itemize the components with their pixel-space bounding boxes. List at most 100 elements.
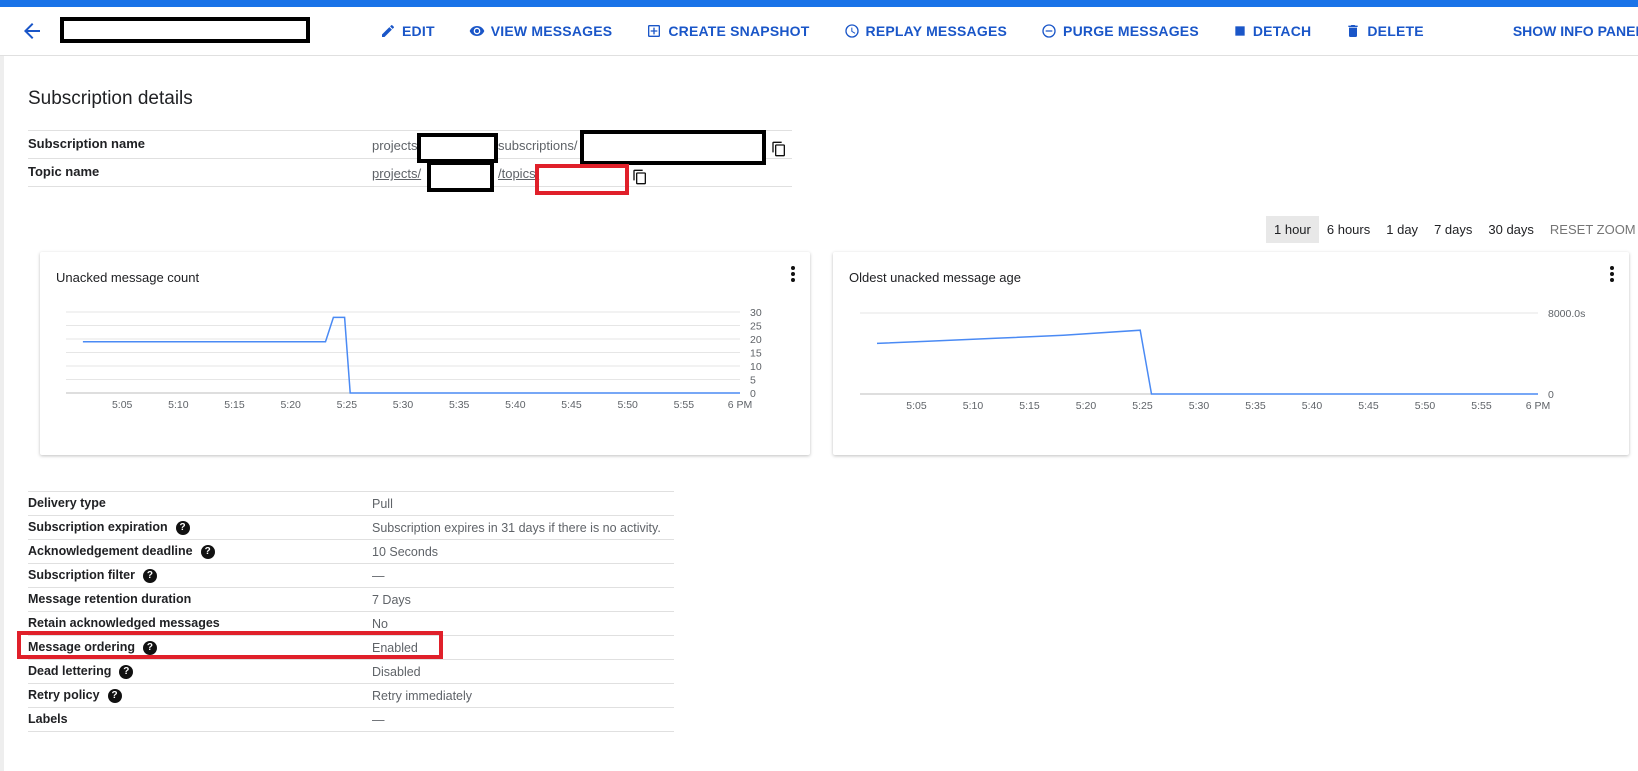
purge-messages-label: PURGE MESSAGES <box>1063 23 1199 39</box>
detail-value: No <box>372 617 388 631</box>
unacked-count-card: Unacked message count 30 25 20 15 10 5 0 5:05 5:… <box>40 252 810 455</box>
delete-button[interactable]: DELETE <box>1345 23 1424 39</box>
trash-icon <box>1348 25 1359 37</box>
delete-label: DELETE <box>1367 23 1424 39</box>
highlighted-topic-id <box>535 164 629 195</box>
edit-button[interactable]: EDIT <box>380 23 435 39</box>
view-messages-button[interactable]: VIEW MESSAGES <box>469 23 613 39</box>
details-row: Dead lettering? Disabled <box>28 660 674 684</box>
detail-value: — <box>372 569 385 583</box>
detail-value: Subscription expires in 31 days if there… <box>372 521 661 535</box>
view-messages-label: VIEW MESSAGES <box>490 23 613 39</box>
detail-label-text: Message retention duration <box>28 592 192 606</box>
snapshot-icon <box>648 25 661 37</box>
detach-label: DETACH <box>1252 23 1312 39</box>
x-tick-label: 5:35 <box>1245 400 1266 412</box>
replay-messages-button[interactable]: REPLAY MESSAGES <box>844 23 1008 39</box>
copy-topic-icon[interactable] <box>632 169 648 185</box>
x-tick-label: 5:30 <box>1189 400 1210 412</box>
unacked-count-chart: 3025201510505:05 5:10 5:15 5:20 5:25 5:30 5:35… <box>66 307 762 411</box>
detail-label-text: Subscription filter <box>28 568 135 582</box>
x-tick-label: 5:50 <box>1415 400 1436 412</box>
x-tick-label: 5:40 <box>1302 400 1323 412</box>
topic-mid-link[interactable]: /topics/ <box>498 166 539 181</box>
time-range-option[interactable]: 1 hour <box>1266 216 1319 243</box>
minus-circle-icon <box>1042 24 1056 38</box>
y-tick-label: 8000.0s <box>1548 308 1585 320</box>
y-tick-label: 20 <box>750 334 762 346</box>
left-edge <box>0 56 4 771</box>
details-row: Labels — <box>28 708 674 732</box>
clock-icon <box>844 24 859 38</box>
x-tick-label: 5:10 <box>168 399 189 411</box>
x-tick-label: 5:45 <box>1358 400 1379 412</box>
show-info-panel-button[interactable]: SHOW INFO PANEL <box>1513 7 1638 55</box>
stop-square-icon <box>1235 26 1245 36</box>
detach-button[interactable]: DETACH <box>1233 23 1312 39</box>
detail-label: Retain acknowledged messages <box>28 616 220 630</box>
x-tick-label: 5:55 <box>674 399 695 411</box>
x-tick-label: 5:55 <box>1471 400 1492 412</box>
redacted-subscription-title <box>60 17 310 43</box>
back-arrow-icon[interactable] <box>20 19 44 43</box>
details-row: Message retention duration 7 Days <box>28 588 674 612</box>
detail-label: Delivery type <box>28 496 106 510</box>
time-range-option[interactable]: 30 days <box>1480 216 1542 243</box>
help-icon[interactable]: ? <box>119 664 134 679</box>
x-tick-label: 5:25 <box>1132 400 1153 412</box>
detail-value: Disabled <box>372 665 421 679</box>
x-tick-label: 5:45 <box>561 399 582 411</box>
help-icon[interactable]: ? <box>175 520 190 535</box>
y-tick-label: 5 <box>750 375 756 387</box>
x-tick-label: 6 PM <box>1526 400 1551 412</box>
detail-label-text: Labels <box>28 712 68 726</box>
time-range-option[interactable]: 6 hours <box>1319 216 1378 243</box>
detail-label: Subscription filter? <box>28 568 157 583</box>
x-tick-label: 5:05 <box>112 399 133 411</box>
reset-zoom-button[interactable]: RESET ZOOM <box>1542 216 1638 243</box>
time-range-option[interactable]: 7 days <box>1426 216 1480 243</box>
subscription-prefix: projects <box>372 138 418 153</box>
details-row: Subscription expiration? Subscription exp… <box>28 516 674 540</box>
detail-value: — <box>372 713 385 727</box>
x-tick-label: 5:20 <box>1076 400 1097 412</box>
x-tick-label: 5:35 <box>449 399 470 411</box>
detail-label-text: Retry policy <box>28 688 100 702</box>
top-accent-bar <box>0 0 1638 7</box>
detail-label-text: Delivery type <box>28 496 106 510</box>
header-toolbar: EDIT VIEW MESSAGES CREATE SNAPSHOT REPLA… <box>0 7 1638 56</box>
detail-label: Message retention duration <box>28 592 191 606</box>
detail-value: 10 Seconds <box>372 545 439 559</box>
page-title: Subscription details <box>28 88 193 109</box>
detail-label: Subscription expiration? <box>28 520 190 535</box>
y-tick-label: 25 <box>750 321 762 333</box>
highlighted-message-ordering <box>17 631 443 659</box>
subscription-name-label: Subscription name <box>28 136 146 151</box>
create-snapshot-button[interactable]: CREATE SNAPSHOT <box>646 23 809 39</box>
details-row: Subscription filter? — <box>28 564 674 588</box>
eye-icon <box>469 26 485 36</box>
topic-prefix-link[interactable]: projects/ <box>372 166 421 181</box>
topic-name-label: Topic name <box>28 164 100 179</box>
redacted-project-id <box>417 133 498 163</box>
purge-messages-button[interactable]: PURGE MESSAGES <box>1041 23 1199 39</box>
x-tick-label: 5:20 <box>280 399 301 411</box>
detail-label-text: Retain acknowledged messages <box>28 616 220 630</box>
series-line <box>82 316 740 394</box>
subscription-mid: subscriptions/ <box>498 138 578 153</box>
x-tick-label: 5:05 <box>906 400 927 412</box>
help-icon[interactable]: ? <box>200 544 215 559</box>
x-tick-label: 5:40 <box>505 399 526 411</box>
help-icon[interactable]: ? <box>107 688 122 703</box>
detail-label: Labels <box>28 712 68 726</box>
edit-label: EDIT <box>402 23 435 39</box>
detail-label: Acknowledgement deadline? <box>28 544 215 559</box>
redacted-topic-project-id <box>427 161 494 192</box>
series-line <box>876 329 1538 395</box>
details-row: Acknowledgement deadline? 10 Seconds <box>28 540 674 564</box>
copy-subscription-icon[interactable] <box>771 141 787 157</box>
time-range-option[interactable]: 1 day <box>1378 216 1426 243</box>
detail-label-text: Subscription expiration <box>28 520 168 534</box>
y-tick-label: 10 <box>750 361 762 373</box>
help-icon[interactable]: ? <box>142 568 157 583</box>
